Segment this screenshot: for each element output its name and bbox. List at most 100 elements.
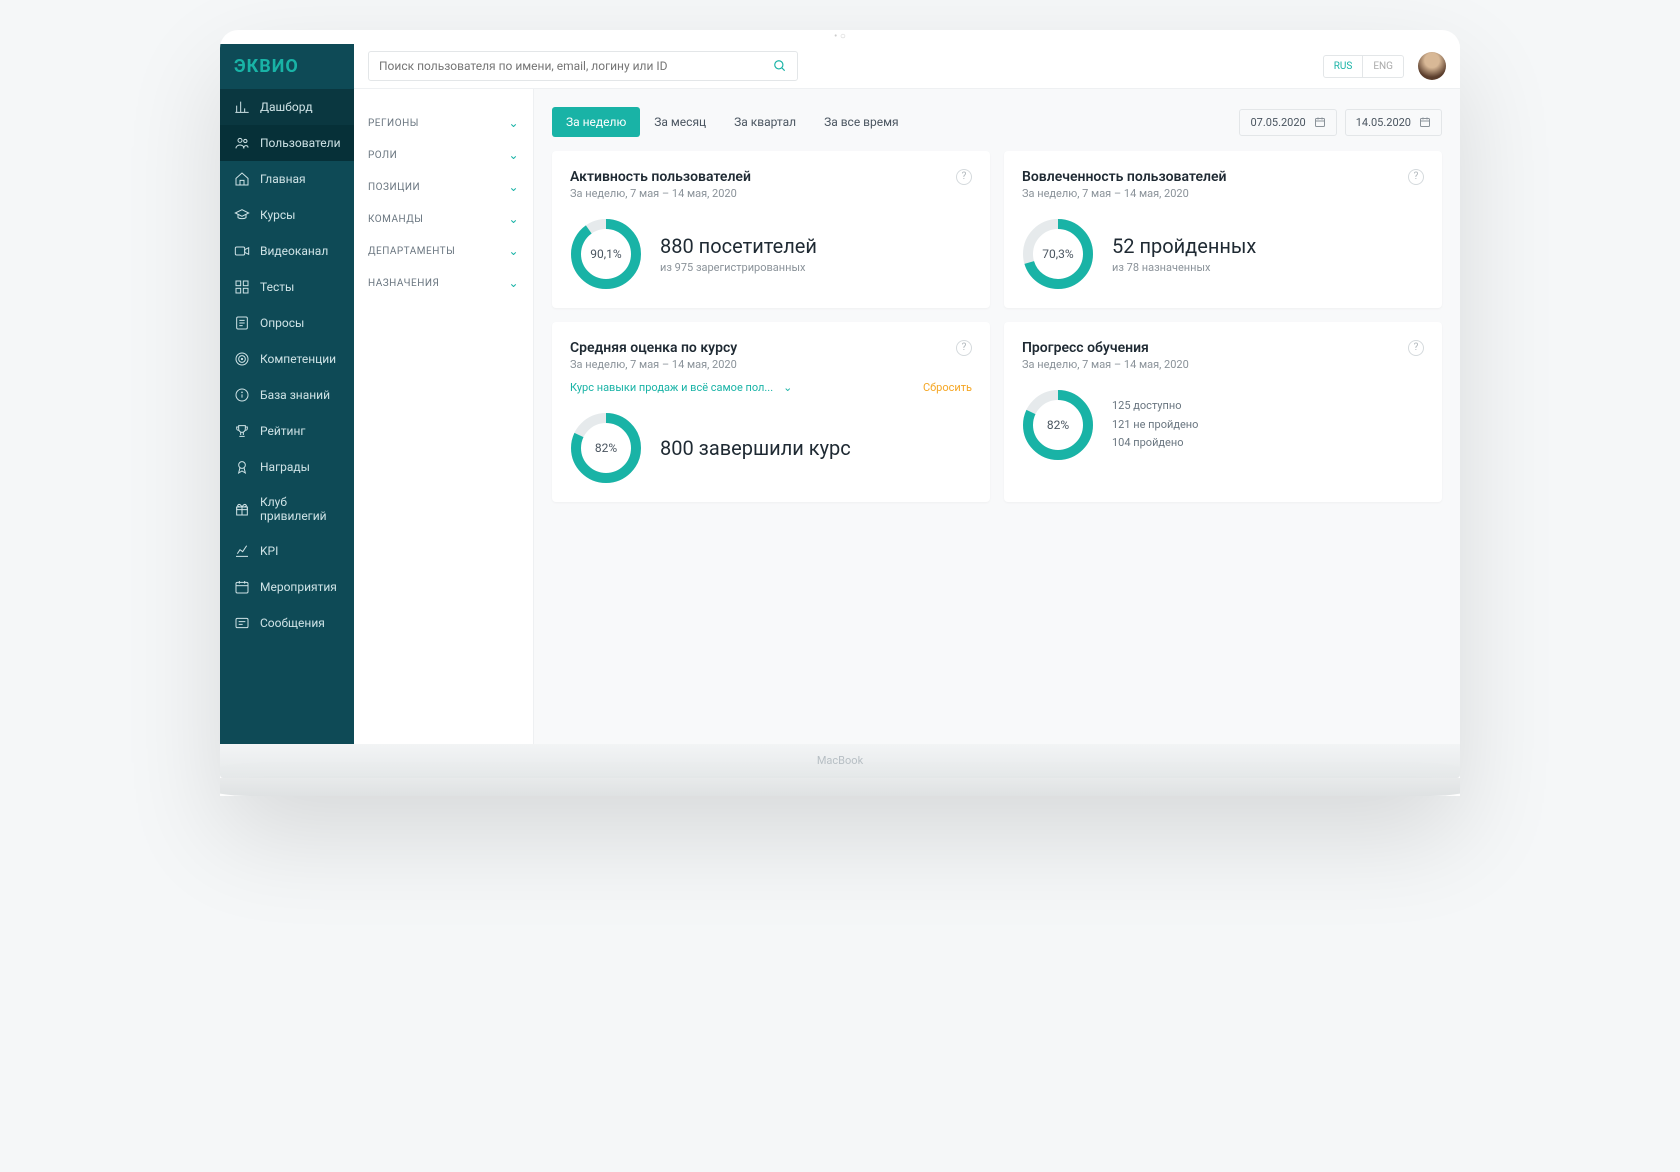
- main-panel: За неделюЗа месяцЗа кварталЗа все время …: [534, 89, 1460, 744]
- sidebar-item-target[interactable]: Компетенции: [220, 341, 354, 377]
- search-box[interactable]: [368, 51, 798, 81]
- card-score: Средняя оценка по курсу За неделю, 7 мая…: [552, 322, 990, 502]
- lang-rus[interactable]: RUS: [1324, 56, 1363, 77]
- avatar[interactable]: [1418, 52, 1446, 80]
- card-title: Вовлеченность пользователей: [1022, 169, 1226, 185]
- sidebar-item-chart[interactable]: Дашборд: [220, 89, 354, 125]
- period-row: За неделюЗа месяцЗа кварталЗа все время …: [552, 107, 1442, 137]
- help-icon[interactable]: ?: [956, 340, 972, 356]
- card-subtitle: За неделю, 7 мая – 14 мая, 2020: [570, 187, 751, 200]
- date-to[interactable]: 14.05.2020: [1345, 109, 1442, 136]
- topbar: RUS ENG: [354, 44, 1460, 89]
- video-icon: [234, 243, 250, 259]
- laptop-base: MacBook: [220, 744, 1460, 778]
- card-engagement: Вовлеченность пользователей За неделю, 7…: [1004, 151, 1442, 308]
- period-tab[interactable]: За месяц: [640, 107, 720, 137]
- sidebar-item-award[interactable]: Награды: [220, 449, 354, 485]
- filter-назначения[interactable]: НАЗНАЧЕНИЯ⌄: [368, 267, 519, 299]
- target-icon: [234, 351, 250, 367]
- chart-icon: [234, 99, 250, 115]
- home-icon: [234, 171, 250, 187]
- reset-link[interactable]: Сбросить: [923, 381, 972, 394]
- filter-команды[interactable]: КОМАНДЫ⌄: [368, 203, 519, 235]
- date-from-value: 07.05.2020: [1250, 116, 1305, 129]
- filter-регионы[interactable]: РЕГИОНЫ⌄: [368, 107, 519, 139]
- content-area: RUS ENG РЕГИОНЫ⌄РОЛИ⌄ПОЗИЦИИ⌄КОМАНДЫ⌄ДЕП…: [354, 44, 1460, 744]
- course-selector[interactable]: Курс навыки продаж и всё самое пол... ⌄ …: [570, 381, 972, 394]
- sidebar-item-msg[interactable]: Сообщения: [220, 605, 354, 641]
- search-input[interactable]: [379, 59, 773, 73]
- search-icon: [773, 59, 787, 73]
- filter-panel: РЕГИОНЫ⌄РОЛИ⌄ПОЗИЦИИ⌄КОМАНДЫ⌄ДЕПАРТАМЕНТ…: [354, 89, 534, 744]
- chevron-down-icon: ⌄: [508, 180, 519, 194]
- kpi-icon: [234, 543, 250, 559]
- sidebar-item-info[interactable]: База знаний: [220, 377, 354, 413]
- card-progress: Прогресс обучения За неделю, 7 мая – 14 …: [1004, 322, 1442, 502]
- card-subtitle: За неделю, 7 мая – 14 мая, 2020: [570, 358, 737, 371]
- laptop-edge: [220, 778, 1460, 796]
- metric-value: 52 пройденных: [1112, 234, 1256, 258]
- users-icon: [234, 135, 250, 151]
- body: РЕГИОНЫ⌄РОЛИ⌄ПОЗИЦИИ⌄КОМАНДЫ⌄ДЕПАРТАМЕНТ…: [354, 89, 1460, 744]
- calendar-icon: [1419, 116, 1431, 128]
- lang-eng[interactable]: ENG: [1362, 56, 1403, 77]
- metric-value: 880 посетителей: [660, 234, 817, 258]
- filter-label: РЕГИОНЫ: [368, 118, 419, 129]
- language-toggle[interactable]: RUS ENG: [1323, 55, 1404, 78]
- period-tab[interactable]: За неделю: [552, 107, 640, 137]
- gift-icon: [234, 501, 250, 517]
- sidebar-item-users[interactable]: Пользователи: [220, 125, 354, 161]
- sidebar-item-home[interactable]: Главная: [220, 161, 354, 197]
- course-name: Курс навыки продаж и всё самое пол...: [570, 381, 773, 394]
- help-icon[interactable]: ?: [1408, 169, 1424, 185]
- sidebar-item-survey[interactable]: Опросы: [220, 305, 354, 341]
- sidebar-item-gift[interactable]: Клуб привилегий: [220, 485, 354, 533]
- date-range: 07.05.2020 14.05.2020: [1239, 109, 1442, 136]
- period-tab[interactable]: За квартал: [720, 107, 810, 137]
- sidebar-item-cal[interactable]: Мероприятия: [220, 569, 354, 605]
- sidebar-item-label: Дашборд: [260, 100, 313, 114]
- progress-line: 125 доступно: [1112, 397, 1198, 416]
- sidebar-item-label: Рейтинг: [260, 424, 305, 438]
- help-icon[interactable]: ?: [956, 169, 972, 185]
- metric-sub: из 78 назначенных: [1112, 261, 1256, 274]
- filter-департаменты[interactable]: ДЕПАРТАМЕНТЫ⌄: [368, 235, 519, 267]
- sidebar-item-video[interactable]: Видеоканал: [220, 233, 354, 269]
- help-icon[interactable]: ?: [1408, 340, 1424, 356]
- sidebar-item-grad[interactable]: Курсы: [220, 197, 354, 233]
- card-title: Активность пользователей: [570, 169, 751, 185]
- msg-icon: [234, 615, 250, 631]
- sidebar-item-label: Мероприятия: [260, 580, 337, 594]
- laptop-frame: • ○ ЭКВИО ДашбордПользователиГлавнаяКурс…: [220, 30, 1460, 796]
- sidebar-item-grid[interactable]: Тесты: [220, 269, 354, 305]
- donut-label: 70,3%: [1022, 218, 1094, 290]
- date-from[interactable]: 07.05.2020: [1239, 109, 1336, 136]
- card-title: Прогресс обучения: [1022, 340, 1189, 356]
- period-tab[interactable]: За все время: [810, 107, 913, 137]
- sidebar-item-label: Курсы: [260, 208, 296, 222]
- sidebar-item-label: Клуб привилегий: [260, 495, 340, 523]
- filter-роли[interactable]: РОЛИ⌄: [368, 139, 519, 171]
- date-to-value: 14.05.2020: [1356, 116, 1411, 129]
- donut-label: 82%: [1022, 389, 1094, 461]
- card-activity: Активность пользователей За неделю, 7 ма…: [552, 151, 990, 308]
- metric-sub: из 975 зарегистрированных: [660, 261, 817, 274]
- webcam: • ○: [220, 30, 1460, 44]
- survey-icon: [234, 315, 250, 331]
- filter-label: КОМАНДЫ: [368, 214, 423, 225]
- sidebar-item-trophy[interactable]: Рейтинг: [220, 413, 354, 449]
- cards-grid: Активность пользователей За неделю, 7 ма…: [552, 151, 1442, 502]
- filter-позиции[interactable]: ПОЗИЦИИ ⌄: [368, 171, 519, 203]
- sidebar-item-kpi[interactable]: KPI: [220, 533, 354, 569]
- filter-label: РОЛИ: [368, 150, 397, 161]
- sidebar-item-label: Награды: [260, 460, 310, 474]
- donut-chart: 70,3%: [1022, 218, 1094, 290]
- card-subtitle: За неделю, 7 мая – 14 мая, 2020: [1022, 358, 1189, 371]
- calendar-icon: [1314, 116, 1326, 128]
- filter-label: ПОЗИЦИИ: [368, 182, 420, 193]
- filter-label: ДЕПАРТАМЕНТЫ: [368, 246, 455, 257]
- progress-list: 125 доступно 121 не пройдено 104 пройден…: [1112, 397, 1198, 453]
- donut-chart: 82%: [570, 412, 642, 484]
- app-screen: ЭКВИО ДашбордПользователиГлавнаяКурсыВид…: [220, 44, 1460, 744]
- chevron-down-icon: ⌄: [508, 276, 519, 290]
